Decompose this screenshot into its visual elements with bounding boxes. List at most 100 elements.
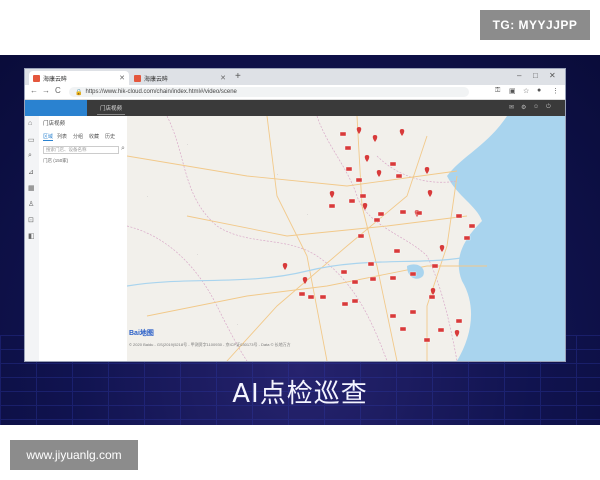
store-count-marker[interactable] bbox=[307, 294, 315, 300]
close-window-button[interactable]: ✕ bbox=[549, 71, 556, 80]
store-count-marker[interactable] bbox=[423, 337, 431, 343]
store-count-marker[interactable] bbox=[357, 233, 365, 239]
svg-text:·: · bbox=[197, 252, 198, 257]
store-count-marker[interactable] bbox=[389, 313, 397, 319]
lock-icon[interactable]: ⊡ bbox=[28, 216, 34, 224]
store-count-marker[interactable] bbox=[369, 276, 377, 282]
store-count-marker[interactable] bbox=[409, 271, 417, 277]
store-map[interactable]: · · · · · · Bai地图 © 2020 Baidu - GS(2019)521… bbox=[127, 116, 565, 361]
store-count-marker[interactable] bbox=[468, 223, 476, 229]
store-count-marker[interactable] bbox=[463, 235, 471, 241]
menu-icon[interactable]: ⋮ bbox=[552, 87, 559, 95]
store-count-marker[interactable] bbox=[339, 131, 347, 137]
browser-tab-active[interactable]: 海康云眸 ✕ bbox=[29, 71, 129, 85]
store-count-marker[interactable] bbox=[431, 263, 439, 269]
grid-icon[interactable]: ▦ bbox=[28, 184, 35, 192]
video-icon[interactable]: ▭ bbox=[28, 136, 35, 144]
store-count-marker[interactable] bbox=[341, 301, 349, 307]
favicon-icon bbox=[33, 74, 40, 82]
store-count-marker[interactable] bbox=[348, 198, 356, 204]
store-count-marker[interactable] bbox=[373, 217, 381, 223]
store-count-marker[interactable] bbox=[428, 294, 436, 300]
store-tree-root[interactable]: 门店 (150家) bbox=[43, 158, 68, 164]
store-pin-icon[interactable] bbox=[362, 203, 368, 210]
store-pin-icon[interactable] bbox=[329, 191, 335, 198]
store-count-marker[interactable] bbox=[319, 294, 327, 300]
provider-logo: Bai地图 bbox=[129, 330, 154, 337]
back-button[interactable]: ← bbox=[30, 86, 38, 95]
store-count-marker[interactable] bbox=[389, 275, 397, 281]
search-icon[interactable]: ⌕ bbox=[121, 145, 125, 153]
store-count-marker[interactable] bbox=[359, 193, 367, 199]
store-pin-icon[interactable] bbox=[424, 167, 430, 174]
logout-icon[interactable]: ⏻ bbox=[546, 104, 551, 111]
telegram-tag: TG: MYYJJPP bbox=[480, 10, 590, 40]
store-count-marker[interactable] bbox=[389, 161, 397, 167]
tab-history[interactable]: 历史 bbox=[105, 133, 115, 140]
search-icon[interactable]: ⌕ bbox=[28, 152, 32, 160]
store-count-marker[interactable] bbox=[437, 327, 445, 333]
tab-list[interactable]: 列表 bbox=[57, 133, 67, 140]
province-boundaries bbox=[127, 116, 458, 361]
store-pin-icon[interactable] bbox=[376, 170, 382, 177]
close-tab-icon[interactable]: ✕ bbox=[220, 74, 226, 82]
module-tab[interactable]: 门店视频 bbox=[97, 102, 126, 115]
minimize-button[interactable]: – bbox=[517, 71, 521, 80]
store-count-marker[interactable] bbox=[393, 248, 401, 254]
store-count-marker[interactable] bbox=[455, 213, 463, 219]
chart-icon[interactable]: ⊿ bbox=[28, 168, 34, 176]
store-count-marker[interactable] bbox=[409, 309, 417, 315]
extension-icon[interactable]: ▣ bbox=[509, 87, 516, 95]
store-count-marker[interactable] bbox=[455, 318, 463, 324]
store-count-marker[interactable] bbox=[345, 166, 353, 172]
city-labels: · · · · · · bbox=[147, 142, 308, 327]
user-icon[interactable]: ☺ bbox=[533, 104, 539, 110]
store-pin-icon[interactable] bbox=[427, 190, 433, 197]
store-count-marker[interactable] bbox=[377, 211, 385, 217]
search-placeholder: 搜索门店、设备名称 bbox=[46, 147, 87, 152]
store-search-input[interactable]: 搜索门店、设备名称 bbox=[43, 146, 119, 154]
map-canvas[interactable]: · · · · · · bbox=[127, 116, 565, 361]
store-count-marker[interactable] bbox=[399, 326, 407, 332]
reload-button[interactable]: C bbox=[55, 86, 61, 95]
store-count-marker[interactable] bbox=[367, 261, 375, 267]
store-pin-icon[interactable] bbox=[454, 330, 460, 337]
store-count-marker[interactable] bbox=[355, 177, 363, 183]
store-pin-icon[interactable] bbox=[282, 263, 288, 270]
camera-icon[interactable]: ◧ bbox=[28, 232, 35, 240]
store-pin-icon[interactable] bbox=[364, 155, 370, 162]
tab-region[interactable]: 区域 bbox=[43, 133, 54, 141]
tab-group[interactable]: 分组 bbox=[73, 133, 83, 140]
mail-icon[interactable]: ✉ bbox=[509, 104, 514, 111]
browser-tab[interactable]: 海康云眸 ✕ bbox=[130, 71, 230, 85]
store-count-marker[interactable] bbox=[415, 210, 423, 216]
star-icon[interactable]: ☆ bbox=[523, 87, 529, 95]
home-icon[interactable]: ⌂ bbox=[28, 120, 32, 127]
store-count-marker[interactable] bbox=[298, 291, 306, 297]
forward-button[interactable]: → bbox=[42, 86, 50, 95]
store-count-marker[interactable] bbox=[351, 279, 359, 285]
store-pin-icon[interactable] bbox=[356, 127, 362, 134]
store-pin-icon[interactable] bbox=[399, 129, 405, 136]
store-count-marker[interactable] bbox=[344, 145, 352, 151]
store-panel: 门店视频 区域 列表 分组 收藏 历史 搜索门店、设备名称 ⌕ 门店 (150家… bbox=[39, 116, 128, 361]
store-pin-icon[interactable] bbox=[439, 245, 445, 252]
store-count-marker[interactable] bbox=[395, 173, 403, 179]
tab-favorites[interactable]: 收藏 bbox=[89, 133, 99, 140]
settings-icon[interactable]: ⚙ bbox=[521, 104, 526, 111]
store-count-marker[interactable] bbox=[351, 298, 359, 304]
store-count-marker[interactable] bbox=[399, 209, 407, 215]
key-icon[interactable]: ⚿ bbox=[495, 87, 500, 95]
store-count-marker[interactable] bbox=[328, 203, 336, 209]
close-tab-icon[interactable]: ✕ bbox=[119, 74, 125, 82]
maximize-button[interactable]: □ bbox=[533, 71, 538, 80]
user-icon[interactable]: ♙ bbox=[28, 200, 34, 208]
profile-icon[interactable]: ● bbox=[537, 87, 541, 94]
url-field[interactable]: 🔒 https://www.hik-cloud.com/chain/index.… bbox=[69, 87, 469, 97]
presentation-slide: 海康云眸 ✕ 海康云眸 ✕ + – □ ✕ ← → C 🔒 https://ww… bbox=[0, 55, 600, 425]
favicon-icon bbox=[134, 74, 141, 82]
store-pin-icon[interactable] bbox=[372, 135, 378, 142]
tab-title: 海康云眸 bbox=[144, 76, 169, 83]
new-tab-button[interactable]: + bbox=[235, 71, 241, 82]
store-count-marker[interactable] bbox=[340, 269, 348, 275]
